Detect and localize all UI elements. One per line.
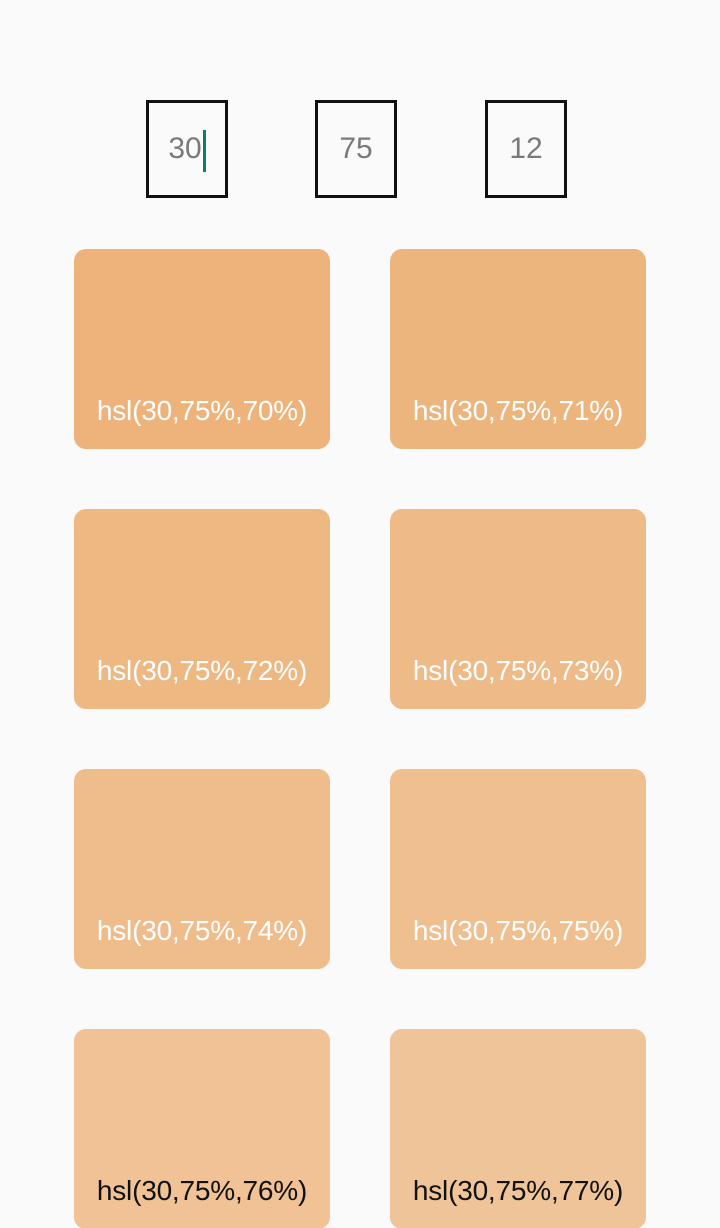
saturation-input-value: 75 [339,132,373,165]
color-swatch[interactable]: hsl(30,75%,71%) [390,249,646,449]
color-swatch[interactable]: hsl(30,75%,75%) [390,769,646,969]
swatch-label: hsl(30,75%,70%) [96,395,308,426]
swatch-label: hsl(30,75%,73%) [412,655,624,686]
hue-input[interactable]: 30 [146,100,228,198]
swatch-label: hsl(30,75%,74%) [96,915,308,946]
text-cursor [202,130,206,172]
color-swatch[interactable]: hsl(30,75%,76%) [74,1029,330,1228]
lightness-input-value: 12 [509,132,543,165]
swatch-label: hsl(30,75%,77%) [412,1175,624,1206]
swatch-label: hsl(30,75%,71%) [412,395,624,426]
saturation-input[interactable]: 75 [315,100,397,198]
color-swatch[interactable]: hsl(30,75%,70%) [74,249,330,449]
swatch-label: hsl(30,75%,76%) [96,1175,308,1206]
swatch-label: hsl(30,75%,72%) [96,655,308,686]
color-swatch[interactable]: hsl(30,75%,73%) [390,509,646,709]
color-swatch[interactable]: hsl(30,75%,77%) [390,1029,646,1228]
color-swatch[interactable]: hsl(30,75%,74%) [74,769,330,969]
hue-input-value: 30 [168,132,202,165]
lightness-input[interactable]: 12 [485,100,567,198]
color-swatch[interactable]: hsl(30,75%,72%) [74,509,330,709]
swatch-label: hsl(30,75%,75%) [412,915,624,946]
